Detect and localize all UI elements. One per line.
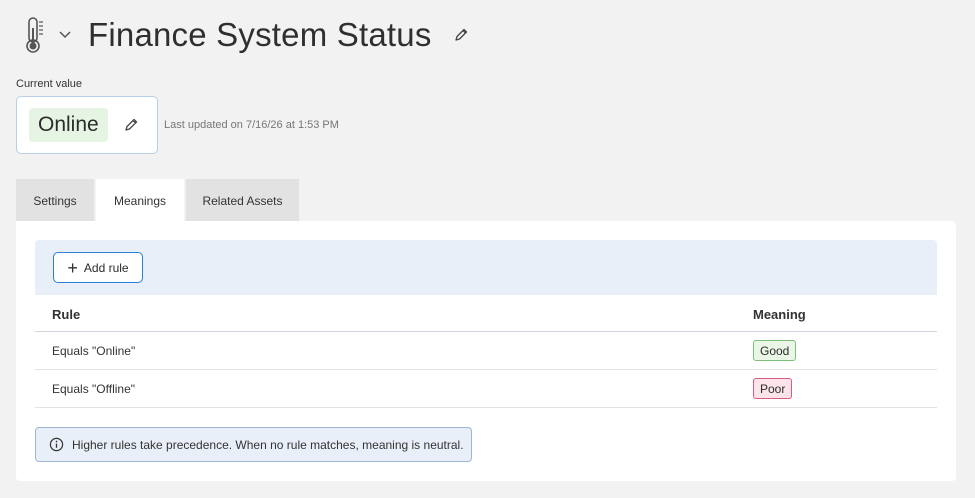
page-title: Finance System Status <box>88 16 432 53</box>
tab-related-assets[interactable]: Related Assets <box>186 179 299 222</box>
column-header-rule: Rule <box>52 307 81 322</box>
table-row[interactable]: Equals "Online" Good <box>35 332 937 370</box>
tab-settings[interactable]: Settings <box>16 179 94 222</box>
info-icon <box>48 437 64 453</box>
current-value-box: Online <box>16 96 158 154</box>
column-header-meaning: Meaning <box>753 307 806 322</box>
current-value: Online <box>29 108 108 142</box>
table-header: Rule Meaning <box>35 295 937 332</box>
page-header: Finance System Status <box>18 14 472 56</box>
add-rule-label: Add rule <box>83 260 129 275</box>
current-value-label: Current value <box>16 78 83 90</box>
thermometer-icon <box>18 15 50 55</box>
info-note: Higher rules take precedence. When no ru… <box>35 427 472 462</box>
tab-bar: Settings Meanings Related Assets <box>16 179 301 222</box>
tab-meanings[interactable]: Meanings <box>96 179 184 222</box>
edit-title-icon[interactable] <box>450 24 472 46</box>
meanings-panel: + Add rule Rule Meaning Equals "Online" … <box>16 221 956 481</box>
edit-value-icon[interactable] <box>120 114 142 136</box>
info-note-text: Higher rules take precedence. When no ru… <box>72 437 464 452</box>
meaning-badge-poor: Poor <box>753 378 793 399</box>
chevron-down-icon[interactable] <box>54 24 76 46</box>
rule-cell: Equals "Offline" <box>52 382 136 396</box>
add-rule-button[interactable]: + Add rule <box>53 252 143 283</box>
rule-cell: Equals "Online" <box>52 344 136 358</box>
last-updated: Last updated on 7/16/26 at 1:53 PM <box>164 119 339 131</box>
table-row[interactable]: Equals "Offline" Poor <box>35 370 937 408</box>
meaning-badge-good: Good <box>753 340 797 361</box>
plus-icon: + <box>67 257 78 278</box>
rules-toolbar: + Add rule <box>35 240 937 295</box>
